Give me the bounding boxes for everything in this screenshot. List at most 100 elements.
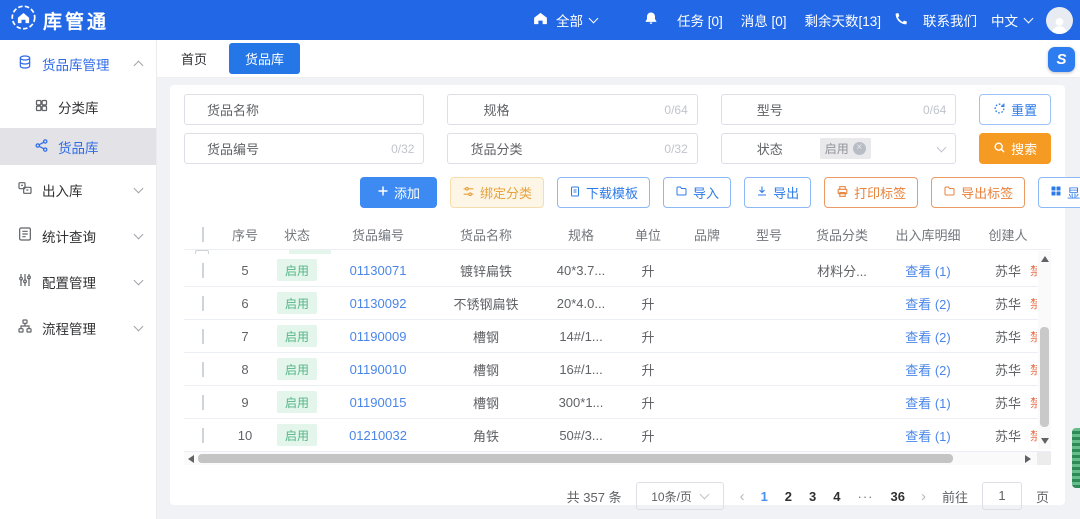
page-36[interactable]: 36: [891, 489, 905, 504]
row-checkbox[interactable]: [202, 362, 204, 377]
page-size-select[interactable]: 10条/页: [636, 482, 724, 510]
export-label-button[interactable]: 导出标签: [931, 177, 1025, 208]
reset-button[interactable]: 重置: [979, 94, 1051, 125]
page-4[interactable]: 4: [833, 489, 840, 504]
scroll-up-arrow[interactable]: [1041, 256, 1049, 262]
row-checkbox[interactable]: [202, 428, 204, 443]
goods-code-link[interactable]: 01210032: [349, 428, 407, 443]
export-button[interactable]: 导出: [744, 177, 811, 208]
goods-category-counter: 0/32: [664, 142, 687, 156]
bell-icon[interactable]: [643, 10, 659, 30]
goods-code-link[interactable]: 01190010: [350, 362, 407, 377]
page-2[interactable]: 2: [785, 489, 792, 504]
status-select[interactable]: 状态 启用 ×: [721, 133, 957, 164]
partially-scrolled-row: [184, 250, 1051, 254]
sidebar-item-statistics-query[interactable]: 统计查询: [0, 214, 156, 257]
page-1[interactable]: 1: [761, 489, 768, 504]
view-detail-link[interactable]: 查看 (1): [905, 264, 951, 279]
show-hide-columns-button[interactable]: 显/隐列: [1038, 177, 1080, 208]
model-field[interactable]: 型号 0/64: [721, 94, 957, 125]
model-input[interactable]: 0/64: [818, 95, 956, 124]
spec-field[interactable]: 规格 0/64: [447, 94, 697, 125]
contact-us-link[interactable]: 联系我们: [923, 10, 977, 30]
status-select-value[interactable]: 启用 ×: [818, 134, 956, 163]
user-avatar[interactable]: [1046, 7, 1073, 34]
tab-goods-library[interactable]: 货品库: [229, 43, 300, 74]
download-icon: [756, 185, 768, 200]
sidebar-item-process-mgmt[interactable]: 流程管理: [0, 306, 156, 349]
goods-name-input[interactable]: [281, 95, 423, 124]
goods-code-input[interactable]: 0/32: [281, 134, 423, 163]
next-page-button[interactable]: ›: [919, 488, 928, 505]
row-checkbox[interactable]: [202, 329, 204, 344]
bind-category-button[interactable]: 绑定分类: [450, 177, 544, 208]
sidebar-item-goods-library-mgmt[interactable]: 货品库管理: [0, 42, 156, 85]
horizontal-scroll-thumb[interactable]: [198, 454, 953, 463]
view-detail-link[interactable]: 查看 (1): [905, 396, 951, 411]
view-detail-link[interactable]: 查看 (2): [905, 297, 951, 312]
view-detail-link[interactable]: 查看 (1): [905, 429, 951, 444]
download-template-button[interactable]: 下载模板: [557, 177, 650, 208]
page-size-value: 10条/页: [651, 488, 692, 505]
goods-category-field[interactable]: 货品分类 0/32: [447, 133, 697, 164]
warehouse-scope-dropdown[interactable]: 全部: [532, 0, 597, 40]
sidebar-item-config-mgmt[interactable]: 配置管理: [0, 260, 156, 303]
tasks-link[interactable]: 任务 [0]: [677, 10, 723, 30]
row-checkbox[interactable]: [202, 263, 204, 278]
sidebar-item-label: 出入库: [42, 180, 83, 200]
goto-page-input[interactable]: 1: [982, 482, 1022, 510]
days-left-label: 剩余天数[13]: [805, 10, 882, 30]
scroll-left-arrow[interactable]: [188, 455, 194, 463]
view-detail-link[interactable]: 查看 (2): [905, 363, 951, 378]
table-row: 8 启用 01190010 槽钢 16#/1... 升 查看 (2) 苏华 禁: [184, 353, 1051, 386]
chevron-down-icon: [589, 14, 599, 24]
print-label-button[interactable]: 打印标签: [824, 177, 918, 208]
sidebar-item-label: 配置管理: [42, 272, 96, 292]
goods-code-link[interactable]: 01130071: [350, 263, 407, 278]
search-button[interactable]: 搜索: [979, 133, 1051, 164]
sidebar-item-label: 流程管理: [42, 318, 96, 338]
goods-code-field[interactable]: 货品编号 0/32: [184, 133, 424, 164]
spec-input[interactable]: 0/64: [544, 95, 696, 124]
more-pages-ellipsis[interactable]: ···: [858, 489, 874, 504]
goods-code-link[interactable]: 01190015: [350, 395, 407, 410]
sliders-icon: [17, 272, 33, 291]
vertical-scroll-thumb[interactable]: [1040, 327, 1049, 427]
grid-icon: [1050, 185, 1062, 200]
add-label: 添加: [394, 183, 420, 202]
vertical-scrollbar[interactable]: [1038, 251, 1051, 449]
download-template-label: 下载模板: [586, 183, 638, 202]
sidebar-item-label: 货品库管理: [42, 54, 110, 74]
goods-category-input[interactable]: 0/32: [544, 134, 696, 163]
messages-link[interactable]: 消息 [0]: [741, 10, 787, 30]
goods-code-link[interactable]: 01190009: [350, 329, 407, 344]
share-icon: [34, 138, 49, 156]
language-dropdown[interactable]: 中文: [991, 10, 1032, 30]
chevron-down-icon: [134, 321, 144, 331]
scroll-right-arrow[interactable]: [1025, 455, 1031, 463]
tag-close-icon[interactable]: ×: [853, 142, 866, 155]
show-hide-columns-label: 显/隐列: [1067, 183, 1080, 202]
import-label: 导入: [693, 183, 719, 202]
row-checkbox[interactable]: [202, 395, 204, 410]
import-button[interactable]: 导入: [663, 177, 731, 208]
horizontal-scrollbar[interactable]: [184, 452, 1051, 465]
prev-page-button[interactable]: ‹: [738, 488, 747, 505]
goods-category-label: 货品分类: [448, 139, 544, 158]
status-badge: 启用: [277, 358, 317, 380]
goods-code-link[interactable]: 01130092: [350, 296, 407, 311]
scroll-down-arrow[interactable]: [1041, 438, 1049, 444]
view-detail-link[interactable]: 查看 (2): [905, 330, 951, 345]
sidebar-item-goods-library[interactable]: 货品库: [0, 128, 156, 165]
row-checkbox[interactable]: [202, 296, 204, 311]
page-3[interactable]: 3: [809, 489, 816, 504]
sidebar-item-category-library[interactable]: 分类库: [0, 88, 156, 125]
sidebar-item-label: 分类库: [58, 97, 99, 117]
floating-widget-icon[interactable]: S: [1048, 47, 1075, 72]
add-button[interactable]: 添加: [360, 177, 437, 208]
tab-home[interactable]: 首页: [171, 43, 217, 74]
select-all-checkbox[interactable]: [202, 227, 204, 242]
chevron-down-icon: [134, 183, 144, 193]
goods-name-field[interactable]: 货品名称: [184, 94, 424, 125]
sidebar-item-in-out-warehouse[interactable]: 出入库: [0, 168, 156, 211]
